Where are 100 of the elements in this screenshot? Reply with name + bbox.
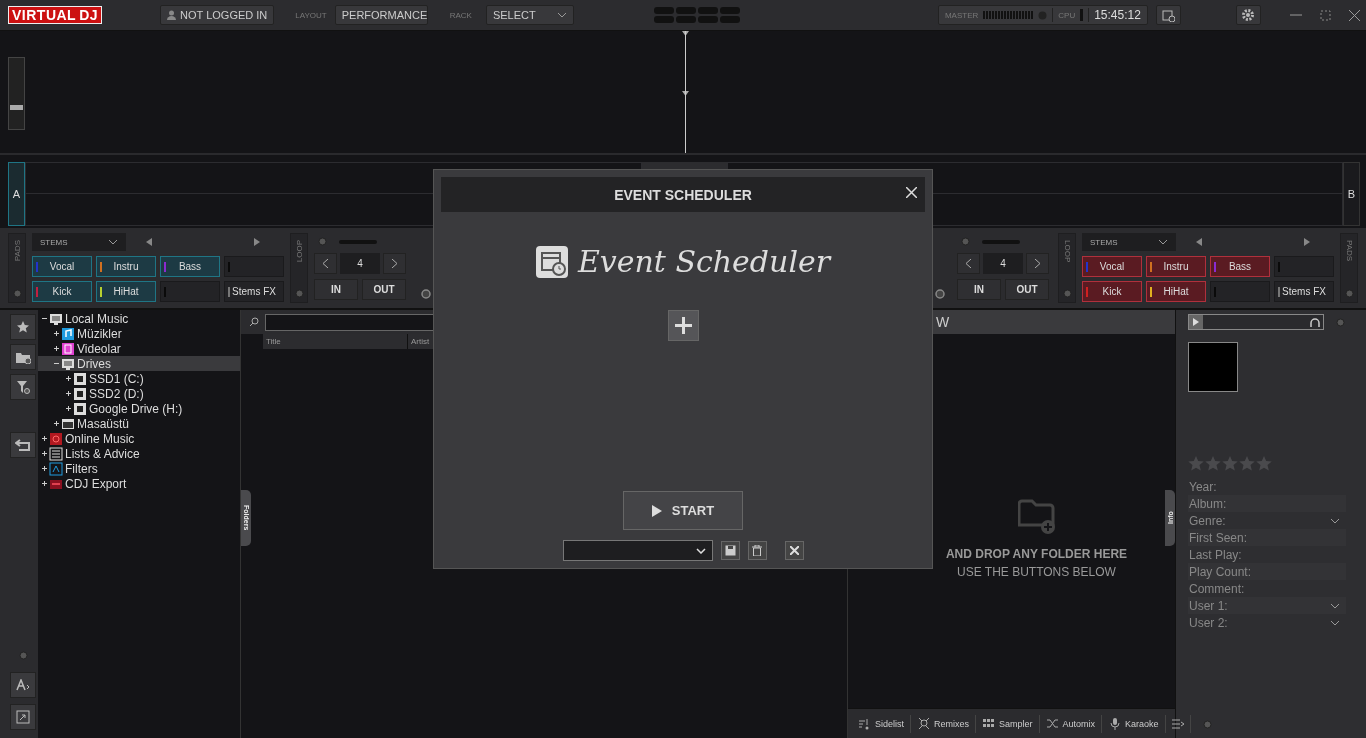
pad-button[interactable]: Kick [1082,281,1142,302]
pads-dot-icon[interactable] [1344,289,1354,298]
loop-in-button[interactable]: IN [314,279,358,300]
expand-icon[interactable] [66,376,71,381]
tree-item[interactable]: SSD1 (C:) [38,371,240,386]
right-arrow-icon[interactable] [1304,238,1310,246]
loop-dot-icon[interactable] [294,289,304,298]
info-field[interactable]: Album: [1188,495,1346,512]
calendar-clock-icon[interactable] [1155,5,1181,25]
save-icon[interactable] [720,541,740,560]
tree-item[interactable]: CDJ Export [38,476,240,491]
knob-icon[interactable] [421,289,431,299]
settings-icon[interactable] [1235,5,1261,25]
login-button[interactable]: NOT LOGGED IN [160,5,275,25]
pad-button[interactable]: Bass [1210,256,1270,277]
loop-out-button[interactable]: OUT [1005,279,1049,300]
add-icon[interactable] [667,310,699,341]
close-icon[interactable] [1349,9,1360,21]
star-icon[interactable] [1256,456,1272,471]
close-icon[interactable] [906,186,917,201]
slider-thumb[interactable] [10,105,23,111]
pad-button[interactable]: Vocal [32,256,92,277]
dot-icon[interactable] [1202,719,1212,729]
star-icon[interactable] [1222,456,1238,471]
play-icon[interactable] [1189,315,1203,329]
tree-item[interactable]: Masaüstü [38,416,240,431]
vertical-slider[interactable] [8,57,25,130]
deck-label[interactable]: B [1343,162,1360,226]
pad-button[interactable]: Vocal [1082,256,1142,277]
info-field[interactable]: Year: [1188,478,1346,495]
expand-icon[interactable] [42,481,47,486]
close-icon[interactable] [784,541,804,560]
star-icon[interactable] [1239,456,1255,471]
sideview-tab[interactable]: Sampler [976,714,1040,733]
left-arrow-icon[interactable] [146,238,152,246]
sideview-tab[interactable]: Remixes [911,714,977,733]
collapse-icon[interactable] [54,361,59,366]
star-icon[interactable] [1188,456,1204,471]
loop-out-button[interactable]: OUT [362,279,406,300]
info-field[interactable]: Genre: [1188,512,1346,529]
pad-button[interactable]: Instru [96,256,156,277]
expand-icon[interactable] [66,406,71,411]
sideview-tab[interactable]: Karaoke [1102,714,1166,733]
right-arrow-icon[interactable] [254,238,260,246]
pad-button[interactable]: HiHat [96,281,156,302]
loop-decrease-button[interactable] [957,253,980,274]
deck-label[interactable]: A [8,162,25,226]
window-icon[interactable] [10,704,36,730]
add-folder-icon[interactable] [10,344,36,370]
pad-button[interactable]: Kick [32,281,92,302]
expand-icon[interactable] [54,331,59,336]
sideview-tab[interactable]: Automix [1039,714,1103,733]
star-icon[interactable] [1205,456,1221,471]
filter-icon[interactable] [10,374,36,400]
pad-button[interactable]: Stems FX [1274,281,1334,302]
expand-icon[interactable] [42,466,47,471]
expand-icon[interactable] [66,391,71,396]
tree-item[interactable]: Google Drive (H:) [38,401,240,416]
start-button[interactable]: START [623,491,743,530]
tree-item[interactable]: Lists & Advice [38,446,240,461]
loop-in-button[interactable]: IN [957,279,1001,300]
tree-item[interactable]: Müzikler [38,326,240,341]
left-arrow-icon[interactable] [1196,238,1202,246]
font-size-icon[interactable] [10,672,36,698]
tree-item[interactable]: Filters [38,461,240,476]
pad-mode-dropdown[interactable]: STEMS [32,233,126,251]
tree-item[interactable]: Drives [38,356,240,371]
loop-dot-icon[interactable] [318,237,327,246]
info-field[interactable]: Last Play: [1188,546,1346,563]
dot-icon[interactable] [18,651,28,660]
layout-dropdown[interactable]: PERFORMANCE [334,5,428,25]
info-field[interactable]: First Seen: [1188,529,1346,546]
info-field[interactable]: Comment: [1188,580,1346,597]
loop-increase-button[interactable] [1026,253,1049,274]
expand-icon[interactable] [54,346,59,351]
tree-item[interactable]: Online Music [38,431,240,446]
expand-icon[interactable] [54,421,59,426]
loop-increase-button[interactable] [383,253,406,274]
back-icon[interactable] [10,432,36,458]
collapse-icon[interactable] [42,316,47,321]
tree-item[interactable]: Local Music [38,311,240,326]
info-field[interactable]: Play Count: [1188,563,1346,580]
expand-icon[interactable] [42,451,47,456]
loop-dot-icon[interactable] [1062,289,1072,298]
info-field[interactable]: User 2: [1188,614,1346,631]
tree-item[interactable]: SSD2 (D:) [38,386,240,401]
loop-decrease-button[interactable] [314,253,337,274]
knob-icon[interactable] [935,289,945,299]
pad-mode-dropdown[interactable]: STEMS [1082,233,1176,251]
expand-icon[interactable] [42,436,47,441]
schedule-dropdown[interactable] [562,540,713,561]
dot-icon[interactable] [1336,317,1345,327]
preview-player[interactable] [1188,314,1324,330]
pad-button[interactable]: HiHat [1146,281,1206,302]
loop-dot-icon[interactable] [961,237,970,246]
trash-icon[interactable] [747,541,767,560]
info-field[interactable]: User 1: [1188,597,1346,614]
rack-dropdown[interactable]: SELECT [485,5,574,25]
pad-button[interactable]: Bass [160,256,220,277]
column-header[interactable]: Title [263,334,408,349]
